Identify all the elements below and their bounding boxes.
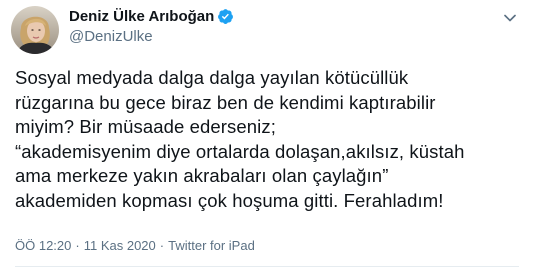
tweet-source[interactable]: Twitter for iPad [168, 238, 255, 253]
tweet-meta: ÖÖ 12:20 · 11 Kas 2020 · Twitter for iPad [15, 238, 255, 253]
tweet-text-line: Sosyal medyada dalga dalga yayılan kötüc… [15, 67, 409, 88]
tweet-text-line: “akademisyenim diye ortalarda dolaşan,ak… [15, 140, 465, 162]
meta-separator: · [75, 238, 80, 253]
tweet-text-line: rüzgarına bu gece biraz ben de kendimi k… [15, 91, 436, 113]
verified-badge-icon [217, 8, 234, 25]
tweet-text-line: akademiden kopması çok hoşuma gitti. Fer… [15, 189, 444, 211]
avatar-image [11, 6, 59, 54]
author-handle[interactable]: @DenizUlke [69, 28, 153, 45]
author-name-row: Deniz Ülke Arıboğan [69, 8, 234, 25]
divider [15, 266, 519, 267]
tweet-text-line: miyim? Bir müsaade ederseniz; [15, 116, 276, 138]
tweet-card: Deniz Ülke Arıboğan @DenizUlke Sosyal me… [0, 0, 534, 280]
tweet-time[interactable]: ÖÖ 12:20 [15, 238, 71, 253]
chevron-down-icon[interactable] [500, 8, 520, 28]
meta-separator: · [159, 238, 165, 253]
tweet-text-line: ama merkeze yakın akrabaları olan çaylağ… [15, 165, 389, 187]
tweet-date[interactable]: 11 Kas 2020 [84, 238, 156, 253]
avatar[interactable] [11, 6, 59, 54]
tweet-text: Sosyal medyada dalga dalga yayılan kötüc… [15, 66, 525, 214]
author-display-name[interactable]: Deniz Ülke Arıboğan [69, 8, 214, 25]
